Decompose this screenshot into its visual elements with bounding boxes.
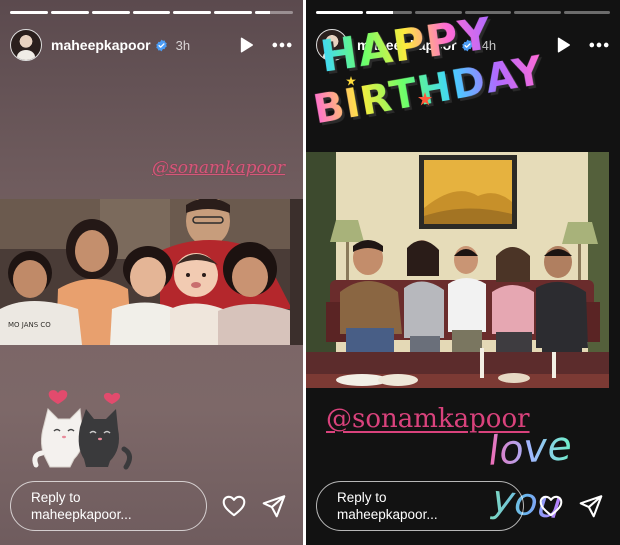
reply-bar: Reply to maheepkapoor... xyxy=(316,481,610,531)
reply-input[interactable]: Reply to maheepkapoor... xyxy=(316,481,524,531)
star-icon xyxy=(418,92,432,106)
progress-segment xyxy=(316,11,363,14)
progress-segment xyxy=(173,11,212,14)
heart-icon[interactable] xyxy=(538,493,564,519)
progress-segment xyxy=(132,11,171,14)
progress-segment xyxy=(255,11,294,14)
reply-placeholder-line2: maheepkapoor... xyxy=(31,507,132,522)
send-icon[interactable] xyxy=(578,493,604,519)
reply-placeholder-line1: Reply to xyxy=(31,490,81,505)
family-photo-image: MO JANS CO xyxy=(0,199,303,345)
progress-segment xyxy=(10,11,48,14)
shirt-print-text: MO JANS CO xyxy=(8,321,51,329)
reply-placeholder-line1: Reply to xyxy=(337,490,387,505)
play-icon[interactable] xyxy=(237,36,255,54)
heart-icon[interactable] xyxy=(221,493,247,519)
story-header: maheepkapoor 3h xyxy=(10,28,293,62)
story-panel-right[interactable]: maheepkapoor 4h xyxy=(306,0,620,545)
reply-bar: Reply to maheepkapoor... xyxy=(10,481,293,531)
progress-segment xyxy=(91,11,130,14)
send-icon[interactable] xyxy=(261,493,287,519)
story-timestamp: 3h xyxy=(175,37,191,53)
family-photo-image xyxy=(306,152,609,388)
story-photo: MO JANS CO xyxy=(0,199,303,345)
progress-segment xyxy=(514,11,561,14)
progress-segment xyxy=(214,11,253,14)
reply-placeholder-line2: maheepkapoor... xyxy=(337,507,438,522)
progress-segment xyxy=(365,11,412,14)
more-options-icon[interactable] xyxy=(588,36,610,54)
love-sticker-text: love xyxy=(486,423,574,475)
play-icon[interactable] xyxy=(554,36,572,54)
username[interactable]: maheepkapoor xyxy=(51,37,151,53)
reply-input[interactable]: Reply to maheepkapoor... xyxy=(10,481,207,531)
star-icon xyxy=(346,76,356,86)
progress-segment xyxy=(50,11,89,14)
more-options-icon[interactable] xyxy=(271,36,293,54)
cats-hug-sticker xyxy=(32,390,132,470)
mention-tag[interactable]: @sonamkapoor xyxy=(152,158,285,178)
story-panel-left[interactable]: maheepkapoor 3h @sonamkapoor MO JANS CO … xyxy=(0,0,303,545)
story-progress-bar xyxy=(10,11,294,14)
progress-segment xyxy=(563,11,610,14)
story-photo xyxy=(306,152,609,388)
avatar[interactable] xyxy=(10,29,42,61)
verified-badge-icon xyxy=(155,39,167,51)
